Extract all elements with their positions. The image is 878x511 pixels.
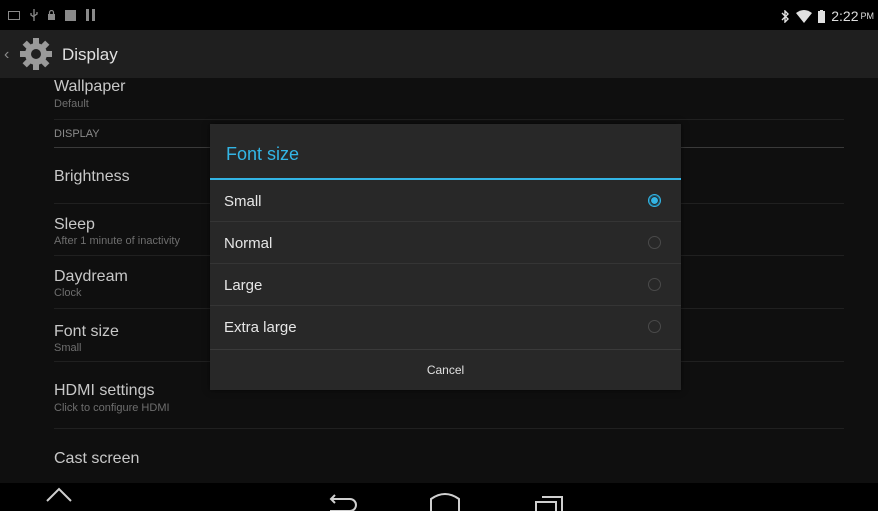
mail-icon (8, 10, 20, 20)
radio-unselected-icon[interactable] (648, 320, 661, 333)
item-title: Cast screen (54, 450, 140, 467)
bluetooth-icon (781, 9, 790, 23)
image-icon (65, 9, 76, 21)
navigation-bar (0, 483, 878, 511)
back-icon[interactable] (326, 483, 360, 511)
option-label: Large (224, 277, 263, 294)
page-title: Display (62, 45, 118, 64)
action-bar: ‹ Display (0, 30, 878, 78)
up-caret-icon[interactable]: ‹ (4, 46, 9, 64)
option-label: Normal (224, 235, 273, 252)
lock-icon (48, 10, 55, 20)
option-small[interactable]: Small (210, 180, 681, 222)
item-summary: Small (54, 342, 82, 354)
radio-unselected-icon[interactable] (648, 236, 661, 249)
option-extra-large[interactable]: Extra large (210, 306, 681, 348)
font-size-dialog: Font size Small Normal Large Extra large… (210, 124, 681, 390)
usb-icon (30, 9, 38, 21)
item-title: HDMI settings (54, 382, 155, 399)
item-summary: After 1 minute of inactivity (54, 235, 180, 247)
item-title: Daydream (54, 268, 128, 285)
cancel-button[interactable]: Cancel (210, 349, 681, 390)
clock-ampm: PM (860, 11, 875, 21)
option-normal[interactable]: Normal (210, 222, 681, 264)
home-icon[interactable] (428, 483, 462, 511)
item-title: Font size (54, 323, 119, 340)
list-item-cast-screen[interactable]: Cast screen (54, 429, 844, 483)
radio-selected-icon[interactable] (648, 194, 661, 207)
item-title: Brightness (54, 168, 130, 185)
clock-time: 2:22 (831, 8, 859, 24)
item-title: Sleep (54, 216, 95, 233)
option-large[interactable]: Large (210, 264, 681, 306)
battery-icon (818, 9, 826, 23)
option-label: Small (224, 193, 262, 210)
item-summary: Click to configure HDMI (54, 402, 170, 414)
recents-icon[interactable] (532, 483, 568, 511)
keyboard-hide-icon[interactable] (44, 483, 74, 511)
radio-unselected-icon[interactable] (648, 278, 661, 291)
system-icons: 2:22 PM (781, 8, 874, 24)
item-summary: Clock (54, 287, 82, 299)
storage-icon (86, 9, 95, 21)
status-bar: 2:22 PM (0, 0, 878, 30)
dialog-title: Font size (226, 144, 300, 164)
wifi-icon (796, 9, 813, 23)
gear-icon[interactable] (18, 36, 54, 72)
notification-icons (8, 9, 95, 21)
option-label: Extra large (224, 319, 297, 336)
